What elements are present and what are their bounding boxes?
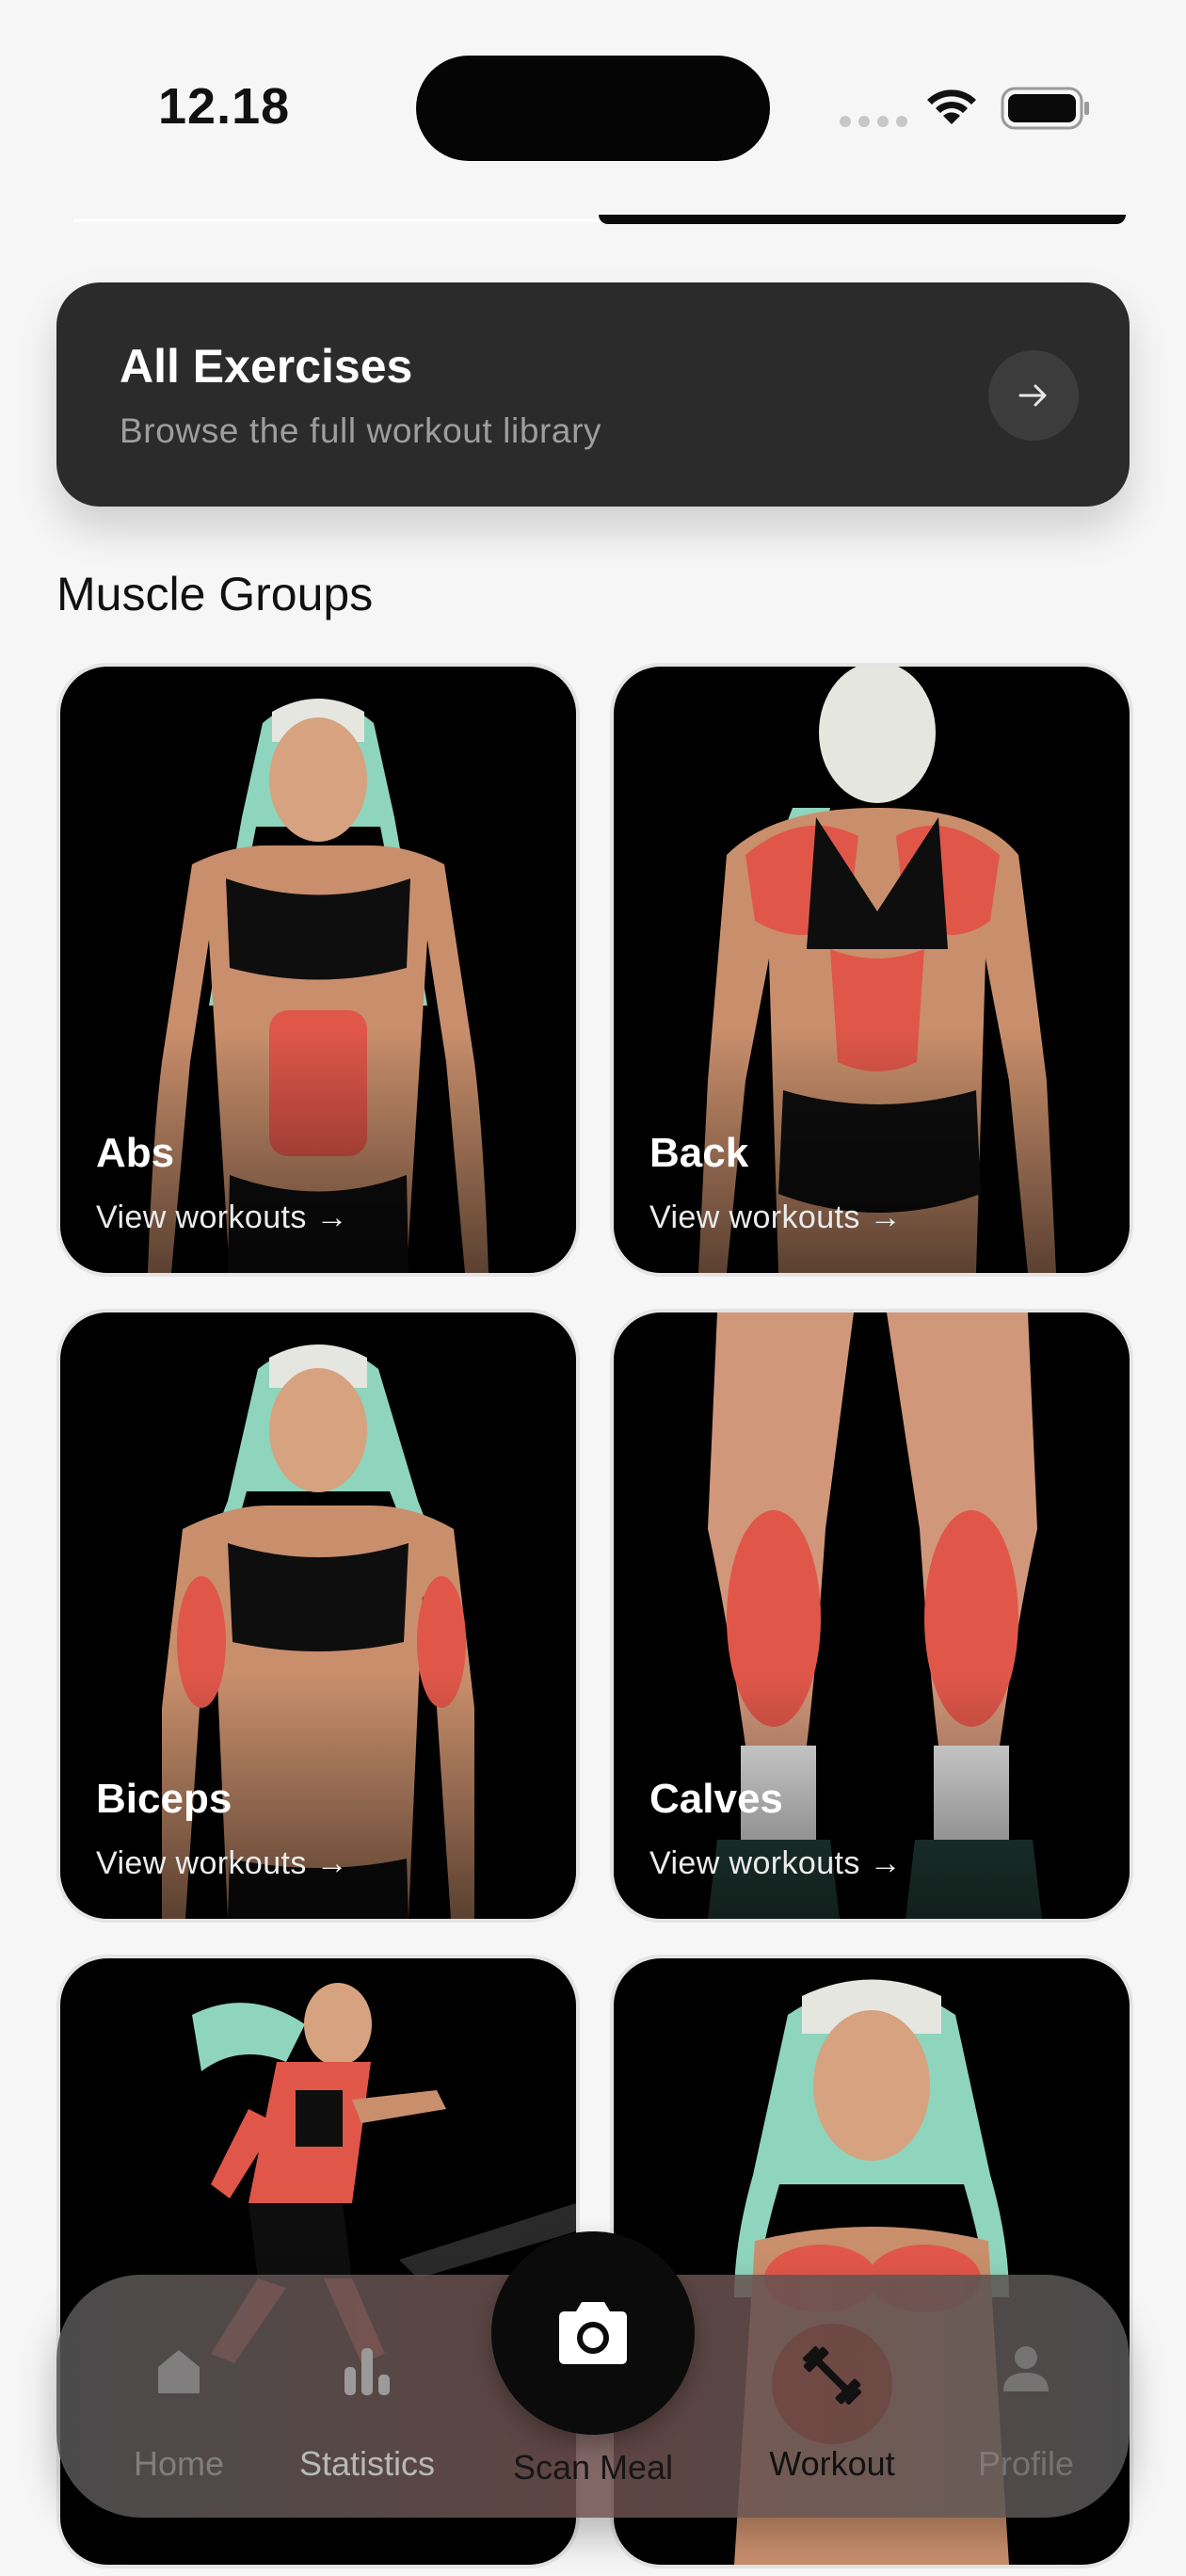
- nav-label-home: Home: [133, 2444, 225, 2483]
- muscle-card-calves[interactable]: Calves View workouts →: [614, 1312, 1130, 1919]
- nav-item-home[interactable]: Home: [113, 2275, 245, 2518]
- nav-item-profile[interactable]: Profile: [960, 2275, 1092, 2518]
- tab-indicator-inactive: [73, 218, 601, 222]
- view-workouts-link[interactable]: View workouts →: [96, 1199, 348, 1236]
- nav-item-statistics[interactable]: Statistics: [282, 2275, 452, 2518]
- wifi-icon: [927, 89, 976, 124]
- all-exercises-title: All Exercises: [120, 340, 413, 393]
- nav-label-workout: Workout: [769, 2444, 895, 2483]
- card-title: Biceps: [96, 1776, 232, 1822]
- bar-chart-icon: [345, 2348, 390, 2395]
- muscle-card-back[interactable]: Back View workouts →: [614, 667, 1130, 1273]
- dumbbell-icon: [803, 2346, 861, 2405]
- status-bar: 12.18: [0, 0, 1186, 188]
- home-icon: [158, 2350, 200, 2393]
- card-title: Back: [649, 1130, 749, 1176]
- card-title: Calves: [649, 1776, 783, 1822]
- nav-label-profile: Profile: [977, 2444, 1075, 2483]
- status-time: 12.18: [158, 78, 291, 135]
- cellular-signal-icon: [840, 116, 907, 127]
- scan-meal-button[interactable]: [491, 2231, 695, 2435]
- person-icon: [1003, 2346, 1049, 2391]
- view-workouts-link[interactable]: View workouts →: [96, 1845, 348, 1882]
- muscle-card-biceps[interactable]: Biceps View workouts →: [60, 1312, 576, 1919]
- muscle-card-abs[interactable]: Abs View workouts →: [60, 667, 576, 1273]
- view-workouts-link[interactable]: View workouts →: [649, 1845, 902, 1882]
- dynamic-island: [416, 56, 770, 161]
- card-title: Abs: [96, 1130, 175, 1176]
- nav-item-workout[interactable]: Workout: [729, 2275, 936, 2518]
- battery-icon: [1001, 87, 1089, 130]
- camera-icon: [559, 2302, 627, 2364]
- view-workouts-link[interactable]: View workouts →: [649, 1199, 902, 1236]
- muscle-groups-heading: Muscle Groups: [56, 568, 374, 620]
- tab-indicator-active[interactable]: [599, 215, 1126, 224]
- all-exercises-card[interactable]: All Exercises Browse the full workout li…: [56, 282, 1130, 507]
- all-exercises-subtitle: Browse the full workout library: [120, 411, 602, 450]
- arrow-right-icon[interactable]: [988, 350, 1079, 441]
- nav-label-scan-meal: Scan Meal: [512, 2448, 674, 2487]
- nav-label-statistics: Statistics: [298, 2444, 436, 2483]
